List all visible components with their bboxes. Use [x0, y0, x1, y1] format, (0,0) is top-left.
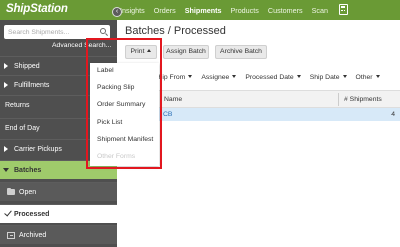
filter-other[interactable]: Other: [356, 74, 380, 81]
calculator-icon[interactable]: [339, 4, 348, 15]
nav-orders[interactable]: Orders: [154, 6, 176, 15]
main-nav: Insights Orders Shipments Products Custo…: [120, 6, 328, 15]
top-nav: ShipStation Insights Orders Shipments Pr…: [0, 0, 400, 20]
sidebar-item-label: Fulfillments: [14, 82, 50, 89]
sidebar-item-label: Open: [19, 189, 37, 196]
sidebar-item-processed[interactable]: Processed: [0, 204, 117, 223]
sidebar-item-archived[interactable]: Archived: [0, 225, 117, 244]
nav-products[interactable]: Products: [231, 6, 259, 15]
filter-row: Ship From Assignee Processed Date Ship D…: [154, 74, 380, 81]
archive-batch-button[interactable]: Archive Batch: [215, 45, 267, 59]
collapse-sidebar-button[interactable]: ‹: [112, 7, 122, 17]
caret-down-icon: [232, 75, 237, 78]
search-input[interactable]: [4, 25, 92, 39]
nav-insights[interactable]: Insights: [120, 6, 145, 15]
sidebar-item-label: Archived: [19, 232, 47, 239]
batch-name-link[interactable]: CB: [163, 111, 172, 118]
annotation-highlight-box: [86, 38, 162, 169]
caret-right-icon: [4, 63, 8, 69]
assign-batch-button[interactable]: Assign Batch: [163, 45, 209, 59]
sidebar-item-label: Carrier Pickups: [14, 146, 62, 153]
column-header-shipments[interactable]: # Shipments: [344, 96, 382, 103]
search-box: [4, 25, 110, 39]
filter-label: Ship Date: [309, 74, 340, 81]
checkmark-icon: [4, 208, 12, 217]
filter-label: Processed Date: [245, 74, 294, 81]
sidebar-item-label: End of Day: [5, 125, 40, 132]
nav-scan[interactable]: Scan: [312, 6, 328, 15]
archive-icon: [7, 232, 15, 239]
filter-label: Other: [355, 74, 373, 81]
filter-ship-date[interactable]: Ship Date: [310, 74, 347, 81]
page-title: Batches / Processed: [125, 25, 226, 37]
nav-customers[interactable]: Customers: [268, 6, 303, 15]
caret-down-icon: [375, 75, 380, 78]
search-icon[interactable]: [100, 28, 106, 34]
sidebar-item-open[interactable]: Open: [0, 182, 117, 201]
sidebar-item-label: Processed: [14, 211, 50, 218]
caret-down-icon: [3, 168, 9, 172]
filter-assignee[interactable]: Assignee: [201, 74, 237, 81]
filter-label: Assignee: [201, 74, 230, 81]
nav-shipments[interactable]: Shipments: [185, 6, 222, 15]
caret-down-icon: [188, 75, 193, 78]
sidebar-item-label: Batches: [14, 167, 42, 174]
caret-right-icon: [4, 146, 8, 152]
caret-right-icon: [4, 82, 8, 88]
caret-down-icon: [342, 75, 347, 78]
caret-down-icon: [296, 75, 301, 78]
folder-icon: [7, 187, 15, 195]
column-divider: [338, 93, 339, 106]
sidebar-item-label: Shipped: [14, 63, 40, 70]
sidebar-item-label: Returns: [5, 102, 30, 109]
filter-processed-date[interactable]: Processed Date: [245, 74, 301, 81]
app-logo[interactable]: ShipStation: [6, 3, 68, 15]
shipment-count: 4: [391, 111, 395, 118]
column-header-name[interactable]: Name: [164, 96, 182, 103]
